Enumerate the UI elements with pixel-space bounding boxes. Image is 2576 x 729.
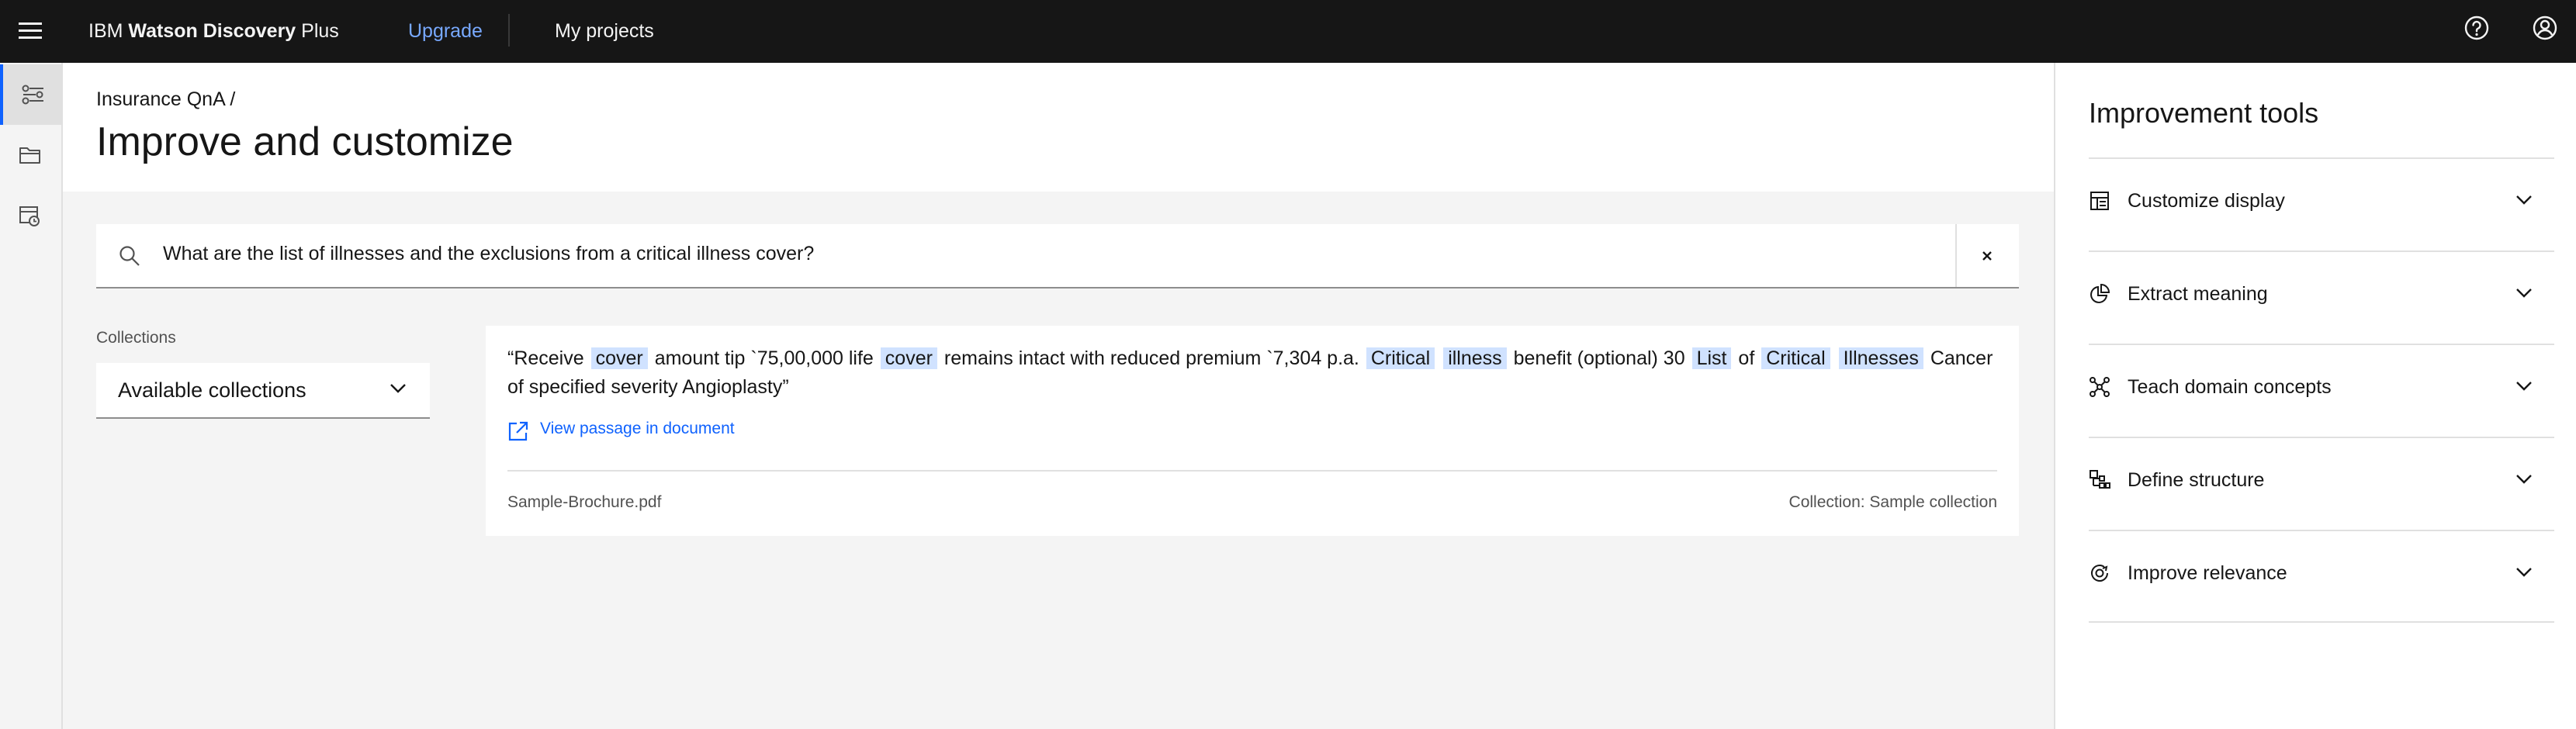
result-filename: Sample-Brochure.pdf xyxy=(507,493,662,511)
view-passage-label: View passage in document xyxy=(540,420,735,437)
top-header: IBM Watson Discovery Plus Upgrade My pro… xyxy=(0,0,2576,63)
passage-text: amount tip `75,00,000 life xyxy=(654,347,874,369)
accordion-label: Customize display xyxy=(2128,190,2285,212)
main-content: What are the list of illnesses and the e… xyxy=(63,192,2054,729)
passage-text: benefit (optional) 30 xyxy=(1513,347,1685,369)
my-projects-link[interactable]: My projects xyxy=(555,17,654,45)
accordion-improve-relevance[interactable]: Improve relevance xyxy=(2089,530,2554,623)
rail-item-improve[interactable] xyxy=(0,64,61,125)
network-icon xyxy=(2090,377,2110,397)
highlighted-term: List xyxy=(1691,347,1732,369)
rail-item-integrate[interactable] xyxy=(0,185,61,246)
upgrade-link[interactable]: Upgrade xyxy=(408,17,483,45)
highlighted-term: cover xyxy=(880,347,937,369)
highlighted-term: Illnesses xyxy=(1838,347,1923,369)
grid-structure-icon xyxy=(2090,470,2110,489)
result-collection: Collection: Sample collection xyxy=(1788,493,1997,511)
search-icon xyxy=(119,246,140,266)
highlighted-term: Critical xyxy=(1761,347,1830,369)
sliders-icon xyxy=(22,85,43,105)
page-header: Insurance QnA / Improve and customize xyxy=(63,63,2054,192)
deploy-icon xyxy=(19,206,40,226)
chevron-down-icon xyxy=(2516,568,2532,577)
page-title: Improve and customize xyxy=(96,119,514,164)
brand-prefix: IBM xyxy=(88,20,123,42)
accordion-label: Teach domain concepts xyxy=(2128,376,2332,398)
result-divider xyxy=(507,470,1997,472)
folder-icon xyxy=(19,147,40,164)
accordion-define-structure[interactable]: Define structure xyxy=(2089,437,2554,530)
highlighted-term: Critical xyxy=(1366,347,1435,369)
layout-icon xyxy=(2090,192,2109,210)
chart-pie-icon xyxy=(2090,283,2110,303)
result-passage: “Receive cover amount tip `75,00,000 lif… xyxy=(507,344,1997,402)
target-relevance-icon xyxy=(2091,565,2108,582)
brand-bold: Watson Discovery xyxy=(128,20,296,42)
accordion-label: Define structure xyxy=(2128,469,2265,491)
accordion-customize-display[interactable]: Customize display xyxy=(2089,157,2554,250)
launch-icon xyxy=(508,421,528,441)
collections-dropdown-value: Available collections xyxy=(118,378,306,402)
passage-text: remains intact with reduced premium `7,3… xyxy=(943,347,1359,369)
accordion-label: Extract meaning xyxy=(2128,283,2268,305)
passage-text: “Receive xyxy=(507,347,584,369)
help-icon[interactable] xyxy=(2463,14,2491,42)
product-name[interactable]: IBM Watson Discovery Plus xyxy=(88,17,339,45)
search-bar[interactable]: What are the list of illnesses and the e… xyxy=(96,224,2019,288)
rail-item-manage-data[interactable] xyxy=(0,125,61,185)
result-card: “Receive cover amount tip `75,00,000 lif… xyxy=(486,326,2019,536)
collections-dropdown[interactable]: Available collections xyxy=(96,363,430,419)
breadcrumb[interactable]: Insurance QnA / xyxy=(96,88,235,111)
highlighted-term: cover xyxy=(590,347,648,369)
menu-icon[interactable] xyxy=(14,14,48,48)
improvement-tools-panel: Improvement tools Customize display Extr… xyxy=(2054,63,2576,729)
chevron-down-icon xyxy=(2516,288,2532,298)
chevron-down-icon xyxy=(2516,382,2532,391)
left-nav-rail xyxy=(0,63,63,729)
header-divider xyxy=(508,14,510,47)
chevron-down-icon xyxy=(2516,475,2532,484)
highlighted-term: illness xyxy=(1443,347,1507,369)
accordion-teach-domain-concepts[interactable]: Teach domain concepts xyxy=(2089,344,2554,437)
accordion-label: Improve relevance xyxy=(2128,562,2287,584)
chevron-down-icon xyxy=(390,384,406,393)
panel-title: Improvement tools xyxy=(2089,97,2319,129)
search-separator xyxy=(1955,224,1957,287)
search-input[interactable]: What are the list of illnesses and the e… xyxy=(163,243,814,265)
passage-text: of xyxy=(1738,347,1755,369)
brand-suffix: Plus xyxy=(301,20,339,42)
close-icon[interactable] xyxy=(1972,241,2002,271)
user-avatar-icon[interactable] xyxy=(2531,14,2559,42)
accordion-extract-meaning[interactable]: Extract meaning xyxy=(2089,250,2554,344)
collections-label: Collections xyxy=(96,329,176,347)
chevron-down-icon xyxy=(2516,195,2532,205)
